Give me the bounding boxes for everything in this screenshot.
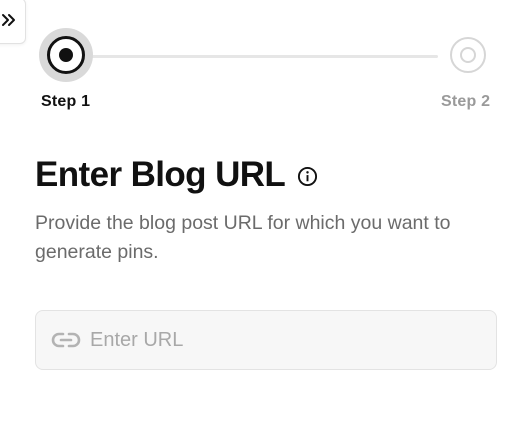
url-input-container[interactable] xyxy=(35,310,497,370)
step-2-label: Step 2 xyxy=(441,93,491,110)
url-input[interactable] xyxy=(90,328,470,352)
step-1-active-dot xyxy=(59,48,73,62)
step-2-inner-ring xyxy=(460,47,476,63)
stepper: Step 1 Step 2 xyxy=(0,0,532,120)
heading-row: Enter Blog URL xyxy=(35,153,318,197)
page-description: Provide the blog post URL for which you … xyxy=(35,212,451,263)
step-1-label: Step 1 xyxy=(41,93,91,110)
link-icon xyxy=(51,332,81,348)
info-icon[interactable] xyxy=(297,166,318,187)
step-1-circle xyxy=(47,36,85,74)
stepper-progress-line xyxy=(90,55,438,58)
step-2-indicator[interactable] xyxy=(450,37,486,73)
page-title: Enter Blog URL xyxy=(35,155,286,194)
